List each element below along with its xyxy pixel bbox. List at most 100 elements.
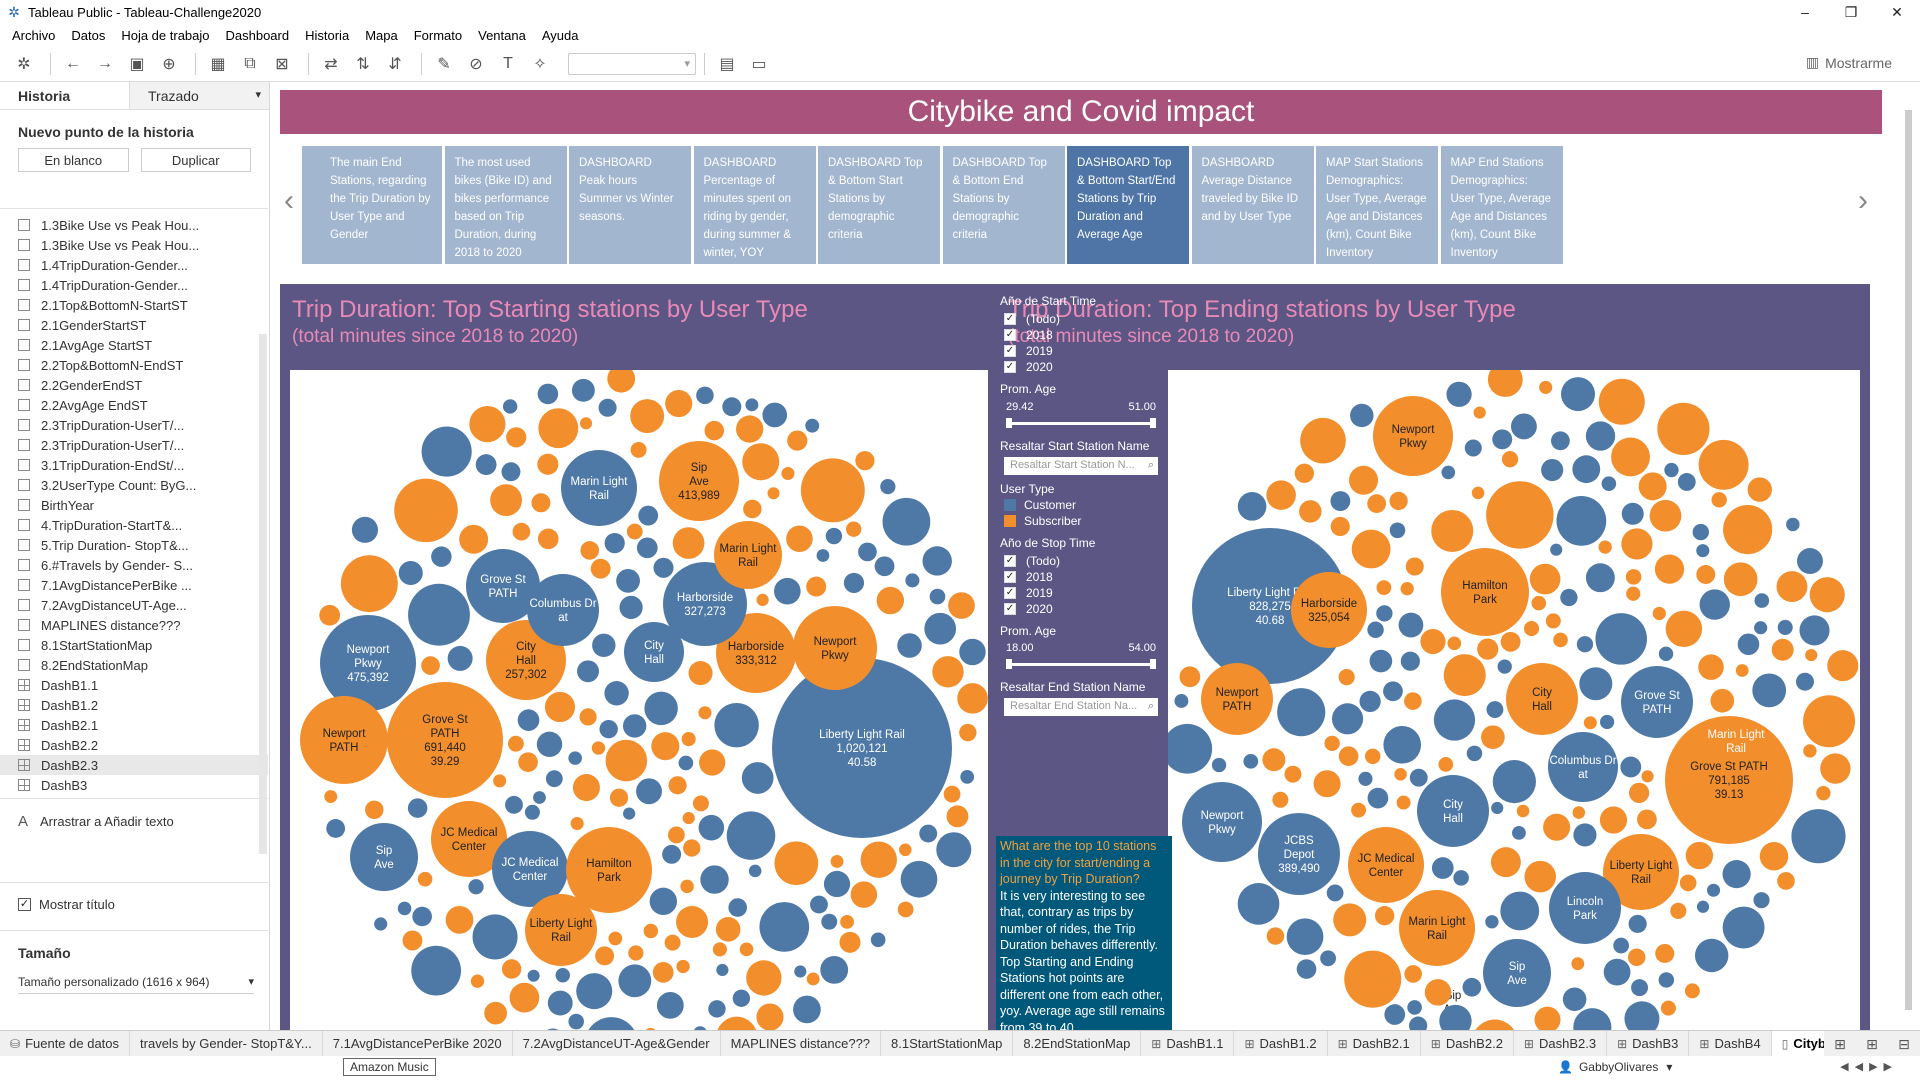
station-bubble[interactable] <box>882 497 931 546</box>
checkbox-icon[interactable]: ✓ <box>1004 361 1016 373</box>
station-bubble[interactable] <box>1471 486 1485 500</box>
station-bubble[interactable] <box>1338 668 1355 686</box>
station-bubble[interactable] <box>1803 695 1856 748</box>
station-bubble[interactable] <box>1266 480 1296 510</box>
station-bubble[interactable] <box>1491 801 1504 815</box>
legend-subscriber[interactable]: Subscriber <box>1004 514 1081 528</box>
station-bubble[interactable] <box>493 774 507 788</box>
station-bubble[interactable] <box>576 973 613 1010</box>
checkbox-icon[interactable]: ✓ <box>1004 587 1016 599</box>
station-bubble[interactable] <box>1405 557 1424 576</box>
station-bubble[interactable] <box>1399 890 1475 966</box>
canvas-scrollbar[interactable] <box>1900 90 1916 1028</box>
station-bubble[interactable] <box>459 524 489 554</box>
station-bubble[interactable] <box>1777 872 1795 890</box>
station-bubble[interactable] <box>577 660 600 683</box>
station-bubble[interactable] <box>959 723 977 742</box>
station-bubble[interactable] <box>1696 544 1710 558</box>
station-bubble[interactable] <box>1759 842 1789 871</box>
station-bubble[interactable] <box>555 968 570 983</box>
sheet-list-item[interactable]: 3.1TripDuration-EndSt/... <box>0 455 268 475</box>
sheet-tab[interactable]: ⊞ DashB3 <box>1607 1031 1690 1056</box>
station-bubble[interactable] <box>821 913 838 930</box>
show-title-checkbox[interactable]: ✓ <box>18 898 31 911</box>
station-bubble[interactable] <box>626 523 643 540</box>
station-bubble[interactable] <box>1710 688 1735 713</box>
sheet-tab[interactable]: ⊞ DashB4 <box>1689 1031 1772 1056</box>
station-bubble[interactable] <box>651 732 680 761</box>
station-bubble[interactable] <box>547 990 573 1016</box>
sheet-tab[interactable]: ⊞ DashB2.3 <box>1514 1031 1608 1056</box>
story-point[interactable]: DASHBOARD Percentage of minutes spent on… <box>693 146 816 264</box>
slider-track[interactable] <box>1006 418 1156 428</box>
station-bubble[interactable] <box>948 592 975 619</box>
station-bubble[interactable] <box>1722 906 1765 949</box>
station-bubble[interactable] <box>929 588 946 605</box>
menu-item-4[interactable]: Historia <box>297 28 357 43</box>
sheet-tab[interactable]: ⊞ DashB2.1 <box>1328 1031 1421 1056</box>
station-bubble[interactable] <box>748 864 762 878</box>
station-bubble[interactable] <box>1286 918 1324 956</box>
year-checkbox[interactable]: ✓ 2018 <box>1004 570 1053 584</box>
station-bubble[interactable] <box>1685 841 1714 870</box>
story-point[interactable]: DASHBOARD Top & Bottom Start Stations by… <box>818 146 940 264</box>
station-bubble[interactable] <box>1572 806 1586 819</box>
station-bubble[interactable] <box>1512 825 1526 840</box>
station-bubble[interactable] <box>756 1003 784 1030</box>
station-bubble[interactable] <box>518 752 538 772</box>
station-bubble[interactable] <box>1338 746 1359 767</box>
station-bubble[interactable] <box>1272 791 1289 808</box>
station-bubble[interactable] <box>1211 757 1227 773</box>
station-bubble[interactable] <box>1324 735 1340 751</box>
station-bubble[interactable] <box>1447 636 1462 651</box>
station-bubble[interactable] <box>1600 714 1615 730</box>
station-bubble[interactable] <box>897 901 914 918</box>
station-bubble[interactable] <box>1433 699 1476 741</box>
station-bubble[interactable] <box>1441 465 1456 480</box>
station-bubble[interactable] <box>653 557 674 578</box>
station-bubble[interactable] <box>1560 588 1578 607</box>
story-point[interactable]: DASHBOARD Average Distance traveled by B… <box>1191 146 1314 264</box>
sheet-list-item[interactable]: 2.1AvgAge StartST <box>0 335 268 355</box>
sheet-list-item[interactable]: 6.#Travels by Gender- S... <box>0 555 268 575</box>
station-bubble[interactable] <box>700 865 729 894</box>
station-bubble[interactable] <box>1601 476 1617 491</box>
station-bubble[interactable] <box>1613 937 1629 954</box>
sheet-list-item[interactable]: DashB1.2 <box>0 695 268 715</box>
sheet-tab[interactable]: 8.2EndStationMap <box>1013 1031 1142 1056</box>
station-bubble[interactable] <box>745 398 759 412</box>
station-bubble[interactable] <box>1572 455 1601 484</box>
station-bubble[interactable] <box>1296 959 1317 979</box>
station-bubble[interactable] <box>820 955 849 984</box>
station-bubble[interactable] <box>1348 827 1424 903</box>
station-bubble[interactable] <box>1398 612 1424 638</box>
station-bubble[interactable] <box>475 454 497 475</box>
station-bubble[interactable] <box>1545 613 1561 629</box>
station-bubble[interactable] <box>946 805 969 828</box>
station-bubble[interactable] <box>1389 522 1406 539</box>
station-bubble[interactable] <box>1369 649 1393 673</box>
station-bubble[interactable] <box>1300 417 1346 464</box>
station-bubble[interactable] <box>509 982 540 1013</box>
checkbox-icon[interactable]: ✓ <box>1004 329 1016 341</box>
station-bubble[interactable] <box>1294 463 1314 483</box>
station-bubble[interactable] <box>1376 580 1392 595</box>
tableau-home-icon[interactable]: ✲ <box>10 50 38 78</box>
station-bubble[interactable] <box>616 568 640 593</box>
station-bubble[interactable] <box>1827 650 1859 682</box>
station-bubble[interactable] <box>1556 495 1607 546</box>
station-bubble[interactable] <box>1796 548 1823 575</box>
station-bubble[interactable] <box>1374 906 1395 926</box>
station-bubble[interactable] <box>698 814 725 841</box>
station-bubble[interactable] <box>742 443 780 481</box>
station-bubble[interactable] <box>696 386 714 405</box>
sheet-tab[interactable]: 7.2AvgDistanceUT-Age&Gender <box>513 1031 721 1056</box>
duplicate-button[interactable]: Duplicar <box>140 148 251 172</box>
station-bubble[interactable] <box>1677 473 1696 491</box>
station-bubble[interactable] <box>899 843 912 857</box>
station-bubble[interactable] <box>1313 770 1341 798</box>
checkbox-icon[interactable]: ✓ <box>1004 345 1016 357</box>
station-bubble[interactable] <box>1529 563 1561 595</box>
station-bubble[interactable] <box>533 791 546 804</box>
story-point[interactable]: MAP Start Stations Demographics: User Ty… <box>1316 146 1438 264</box>
